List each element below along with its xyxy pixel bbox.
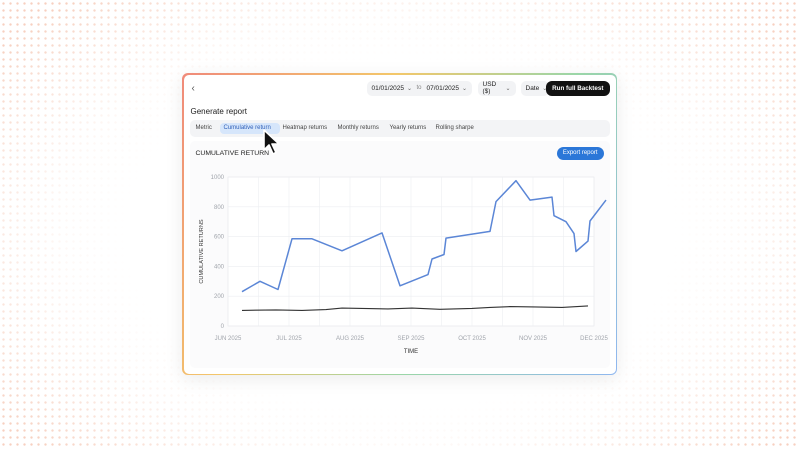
- y-tick-label: 800: [213, 204, 224, 210]
- chart-title: CUMULATIVE RETURN: [195, 149, 270, 157]
- tab-monthly-returns[interactable]: Monthly returns: [334, 123, 383, 134]
- x-tick-label: AUG 2025: [335, 336, 364, 342]
- y-tick-label: 0: [220, 324, 224, 330]
- tab-metric[interactable]: Metric: [192, 123, 216, 134]
- date-to-value: 07/01/2025: [426, 84, 460, 92]
- chevron-down-icon: ⌄: [505, 85, 511, 92]
- y-tick-label: 1000: [210, 175, 224, 181]
- sort-value: Date: [525, 84, 540, 92]
- tab-yearly-returns[interactable]: Yearly returns: [386, 123, 431, 134]
- x-tick-label: JUN 2025: [214, 336, 241, 342]
- x-tick-label: OCT 2025: [458, 336, 486, 342]
- date-from-value: 01/01/2025: [371, 84, 405, 92]
- x-tick-label: NOV 2025: [518, 336, 547, 342]
- toolbar: ‹ 01/01/2025 ⌄ to 07/01/2025 ⌄ USD ($) ⌄…: [184, 80, 616, 97]
- currency-value: USD ($): [482, 81, 497, 95]
- chart-card: CUMULATIVE RETURN Export report 0 200 400 6…: [189, 140, 610, 368]
- date-to-picker[interactable]: 07/01/2025 ⌄: [421, 80, 472, 96]
- report-panel: ‹ 01/01/2025 ⌄ to 07/01/2025 ⌄ USD ($) ⌄…: [183, 74, 616, 374]
- run-backtest-button[interactable]: Run full Backtest: [546, 80, 610, 96]
- page-title: Generate report: [190, 106, 247, 116]
- cumulative-return-chart: 0 200 400 600 800 1000 JUN 2025 JUL 2025 AUG 202…: [199, 175, 609, 355]
- currency-select[interactable]: USD ($) ⌄: [477, 80, 516, 96]
- to-label: to: [416, 84, 422, 91]
- x-tick-label: JUL 2025: [276, 336, 302, 342]
- y-tick-label: 400: [213, 264, 224, 270]
- y-axis-label: CUMULATIVE RETURNS: [199, 219, 205, 283]
- chevron-down-icon: ⌄: [407, 85, 413, 92]
- tab-heatmap-returns[interactable]: Heatmap returns: [279, 123, 332, 134]
- tab-rolling-sharpe[interactable]: Rolling sharpe: [432, 123, 478, 134]
- chevron-down-icon: ⌄: [462, 85, 468, 92]
- x-axis-label: TIME: [403, 349, 417, 355]
- app-window: ‹ 01/01/2025 ⌄ to 07/01/2025 ⌄ USD ($) ⌄…: [182, 73, 617, 375]
- x-tick-label: DEC 2025: [580, 336, 608, 342]
- y-tick-label: 200: [213, 294, 224, 300]
- sort-select[interactable]: Date ⌄: [520, 80, 549, 96]
- chevron-left-icon[interactable]: ‹: [192, 83, 195, 94]
- report-tabs: Metric Cumulative return Heatmap returns…: [189, 119, 610, 137]
- x-tick-label: SEP 2025: [397, 336, 425, 342]
- tab-cumulative-return[interactable]: Cumulative return: [219, 122, 280, 134]
- y-tick-label: 600: [213, 234, 224, 240]
